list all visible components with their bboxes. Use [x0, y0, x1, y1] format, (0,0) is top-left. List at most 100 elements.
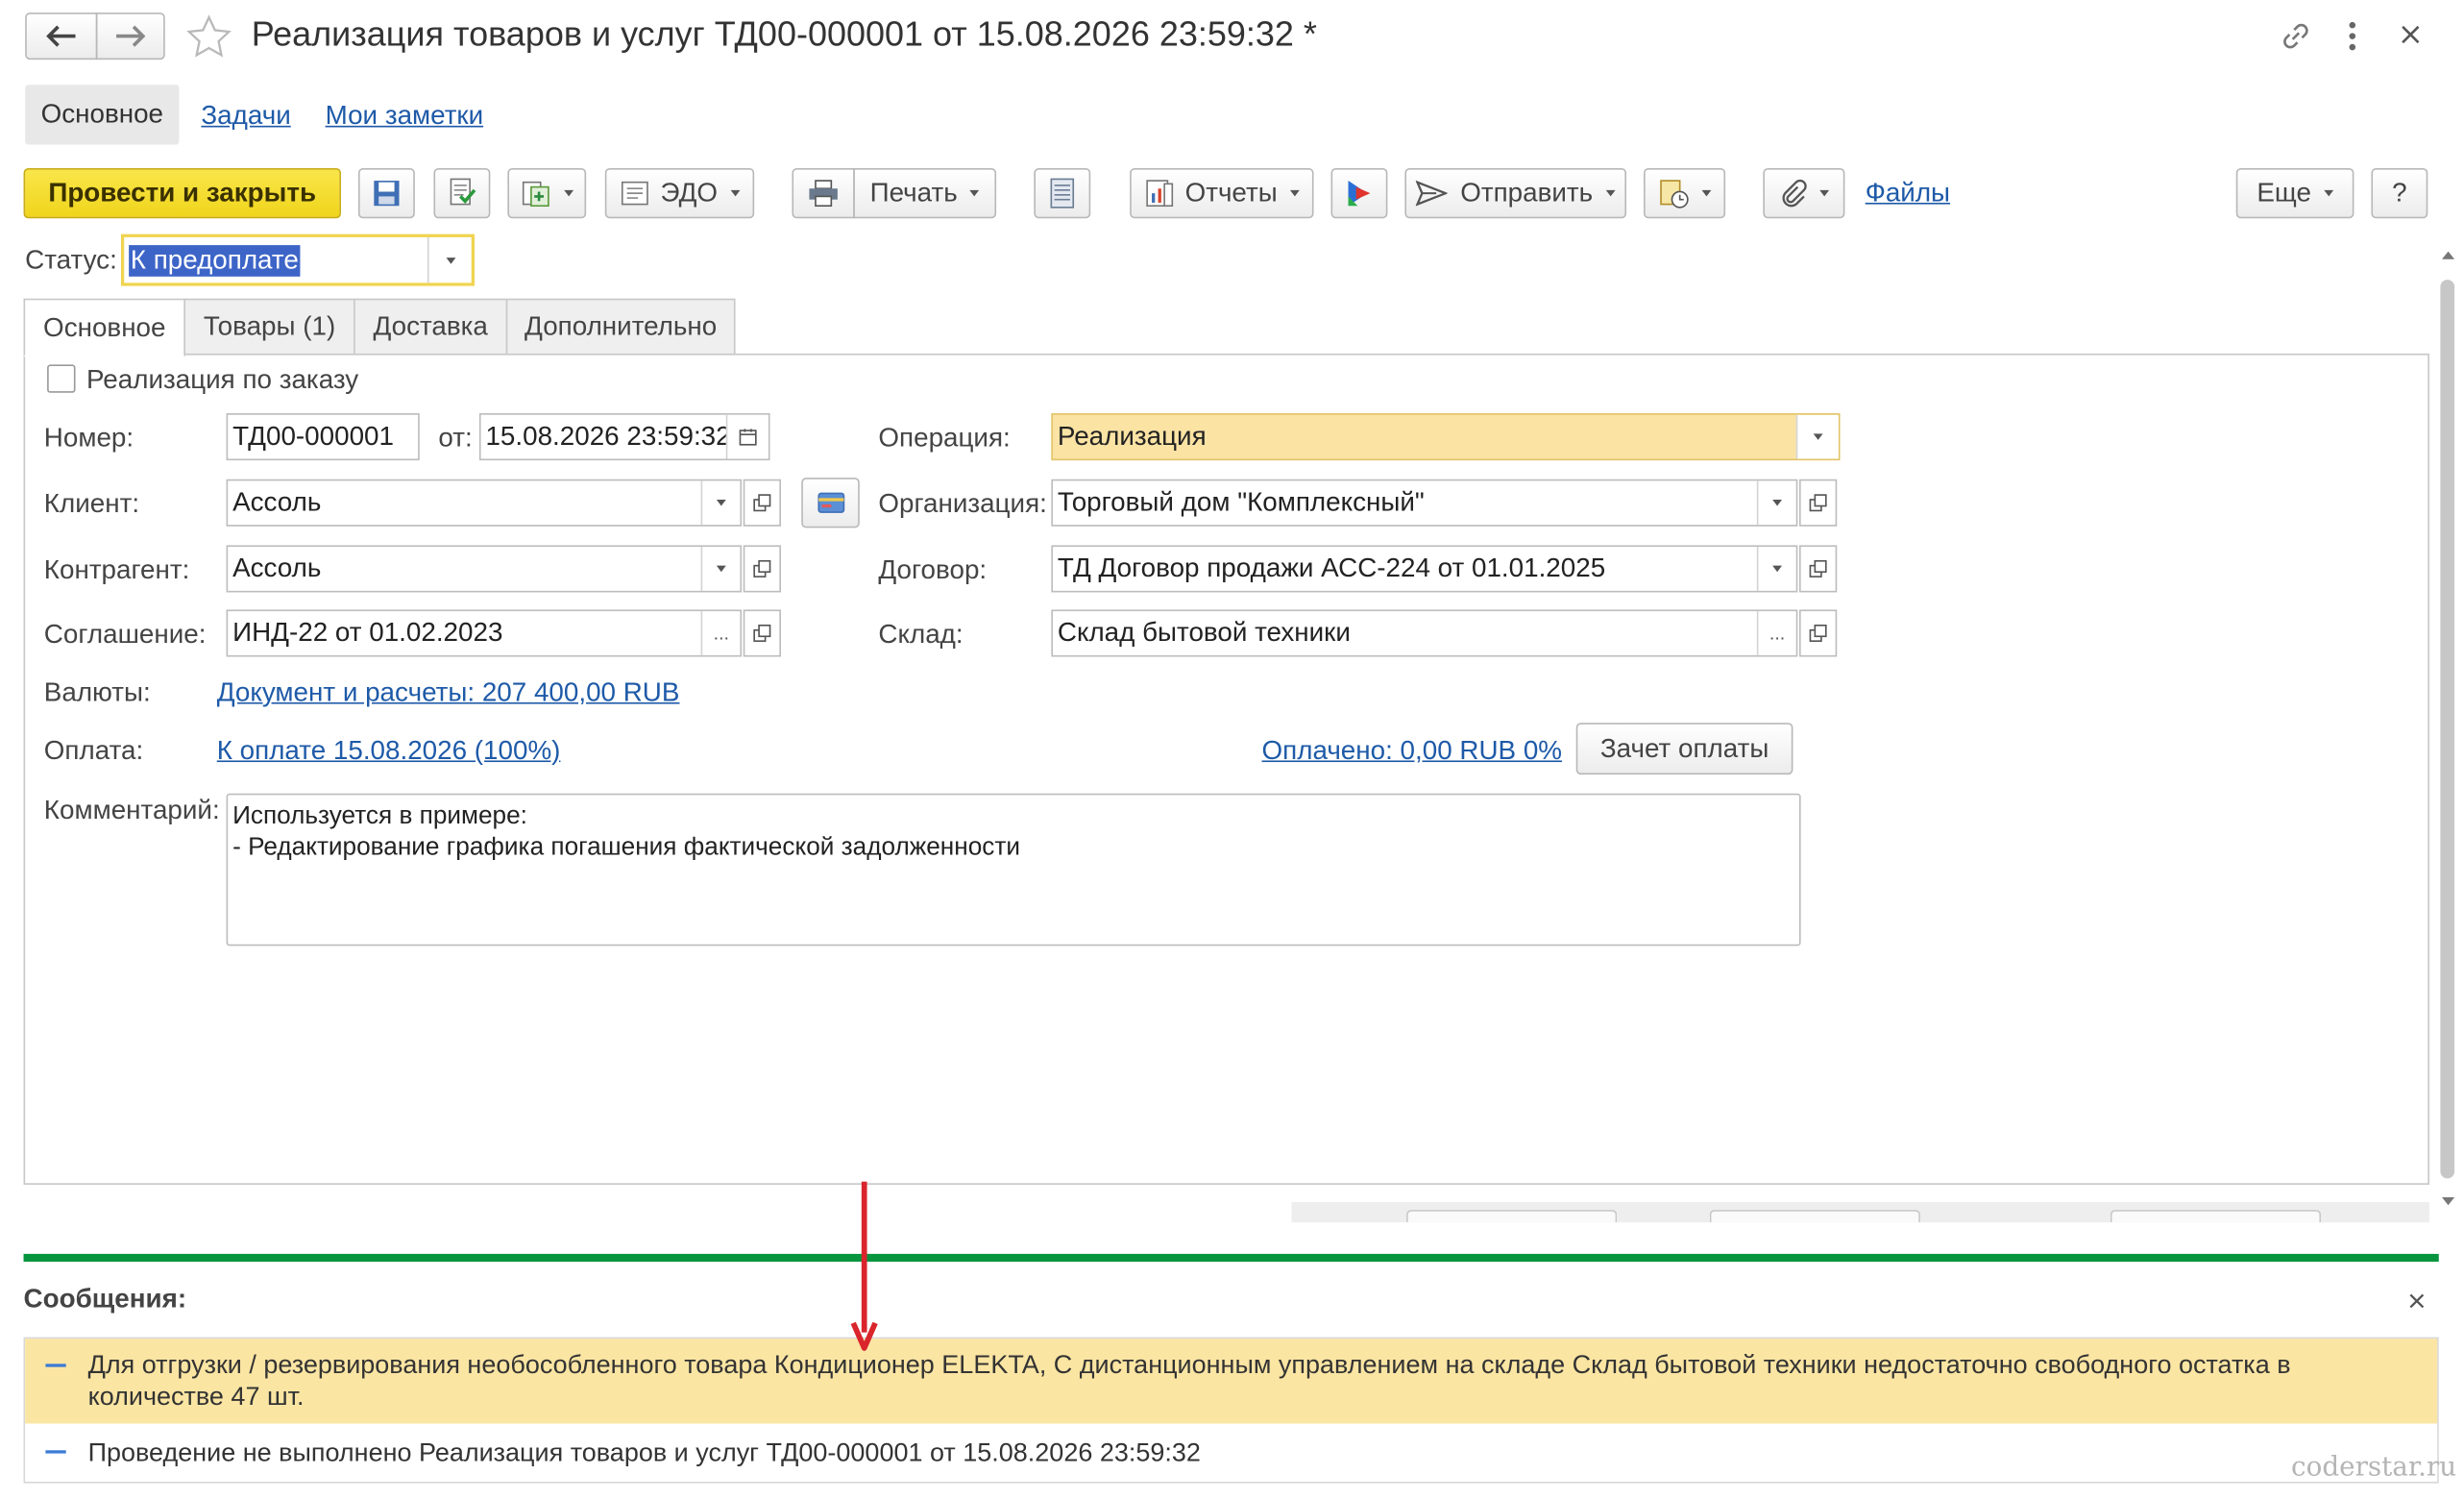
client-open-button[interactable] — [743, 479, 781, 527]
message-item-error[interactable]: Проведение не выполнено Реализация товар… — [25, 1425, 2438, 1482]
operation-dropdown-button[interactable] — [1795, 414, 1839, 459]
payment-link[interactable]: К оплате 15.08.2026 (100%) — [217, 735, 561, 767]
client-dropdown-button[interactable] — [700, 480, 741, 526]
journal-button[interactable] — [1034, 167, 1091, 219]
counterparty-field[interactable]: Ассоль — [226, 545, 743, 593]
number-value: ТД00-000001 — [232, 421, 394, 452]
tasks-menu-button[interactable] — [1644, 167, 1726, 219]
more-button[interactable]: Еще — [2235, 167, 2354, 219]
organization-open-button[interactable] — [1798, 479, 1838, 527]
reports-icon — [1146, 180, 1174, 208]
edo-button[interactable]: ЭДО — [604, 167, 755, 219]
nav-tab-tasks[interactable]: Задачи — [201, 101, 290, 133]
paperclip-icon — [1782, 179, 1807, 208]
comment-textarea[interactable]: Используется в примере: - Редактирование… — [226, 793, 1801, 946]
chevron-down-icon — [1701, 189, 1712, 197]
warehouse-select-button[interactable]: ... — [1756, 611, 1796, 655]
status-dropdown-button[interactable] — [427, 236, 472, 283]
currency-label: Валюты: — [43, 676, 151, 707]
form-panel — [23, 353, 2429, 1185]
print-icon-button[interactable] — [792, 167, 855, 219]
footer-button-3[interactable] — [2110, 1210, 2322, 1223]
organization-dropdown-button[interactable] — [1756, 480, 1796, 526]
number-label: Номер: — [43, 422, 134, 453]
scroll-down-icon[interactable] — [2442, 1197, 2455, 1206]
attachments-button[interactable] — [1763, 167, 1845, 219]
messages-separator — [23, 1253, 2439, 1263]
contract-open-button[interactable] — [1798, 545, 1838, 593]
form-tab-main[interactable]: Основное — [23, 298, 186, 357]
scrollbar[interactable] — [2439, 251, 2458, 1214]
form-tab-additional[interactable]: Дополнительно — [505, 298, 736, 356]
warehouse-field[interactable]: Склад бытовой техники ... — [1051, 609, 1798, 657]
chevron-down-icon — [969, 189, 980, 197]
calendar-icon — [739, 429, 757, 446]
client-field[interactable]: Ассоль — [226, 479, 743, 527]
payment-offset-label: Зачет оплаты — [1599, 732, 1769, 763]
payment-offset-button[interactable]: Зачет оплаты — [1575, 723, 1793, 775]
client-card-button[interactable] — [801, 478, 860, 528]
operation-field[interactable]: Реализация — [1051, 413, 1841, 461]
nav-tab-notes[interactable]: Мои заметки — [326, 101, 484, 133]
organization-field[interactable]: Торговый дом "Комплексный" — [1051, 479, 1798, 527]
close-icon[interactable] — [2398, 22, 2423, 47]
open-icon — [1809, 559, 1827, 577]
credit-card-icon — [817, 492, 844, 513]
calendar-button[interactable] — [725, 414, 768, 459]
forward-button[interactable] — [95, 12, 165, 61]
message-item-warning[interactable]: Для отгрузки / резервирования необособле… — [25, 1339, 2438, 1424]
run-action-button[interactable] — [1330, 167, 1388, 219]
save-button[interactable] — [357, 167, 415, 219]
minus-icon — [45, 1364, 66, 1367]
operation-label: Операция: — [878, 422, 1011, 453]
contract-dropdown-button[interactable] — [1756, 547, 1796, 591]
by-order-label: Реализация по заказу — [85, 364, 359, 395]
form-tab-delivery-label: Доставка — [373, 310, 488, 341]
arrow-left-icon — [46, 25, 76, 47]
agreement-select-button[interactable]: ... — [700, 611, 741, 655]
client-value: Ассоль — [232, 486, 322, 517]
footer-button-1[interactable] — [1406, 1210, 1618, 1223]
contract-field[interactable]: ТД Договор продажи АСС-224 от 01.01.2025 — [1051, 545, 1798, 593]
create-based-on-button[interactable] — [507, 167, 587, 219]
favorite-star-icon[interactable] — [185, 14, 232, 59]
print-button[interactable]: Печать — [853, 167, 997, 219]
currency-link[interactable]: Документ и расчеты: 207 400,00 RUB — [217, 677, 680, 709]
send-button[interactable]: Отправить — [1404, 167, 1627, 219]
by-order-checkbox[interactable] — [47, 364, 76, 393]
paid-link[interactable]: Оплачено: 0,00 RUB 0% — [1262, 735, 1562, 767]
form-tab-goods[interactable]: Товары (1) — [183, 298, 355, 356]
chevron-down-icon — [564, 189, 574, 197]
counterparty-dropdown-button[interactable] — [700, 547, 741, 591]
form-tab-main-label: Основное — [43, 311, 166, 342]
back-button[interactable] — [25, 12, 98, 61]
ellipsis-icon: ... — [1769, 622, 1786, 645]
agreement-field[interactable]: ИНД-22 от 01.02.2023 ... — [226, 609, 743, 657]
scrollbar-thumb[interactable] — [2440, 280, 2455, 1179]
post-button[interactable] — [433, 167, 491, 219]
date-field[interactable]: 15.08.2026 23:59:32 — [478, 413, 770, 461]
chevron-down-icon — [1772, 565, 1782, 573]
files-link[interactable]: Файлы — [1866, 178, 1950, 209]
minus-icon — [45, 1450, 66, 1454]
number-field[interactable]: ТД00-000001 — [226, 413, 420, 461]
agreement-open-button[interactable] — [743, 609, 781, 657]
post-and-close-button[interactable]: Провести и закрыть — [23, 167, 341, 219]
form-tab-delivery[interactable]: Доставка — [354, 298, 508, 356]
payment-label: Оплата: — [43, 735, 144, 766]
messages-close-icon[interactable] — [2407, 1291, 2427, 1311]
nav-tab-main[interactable]: Основное — [25, 85, 180, 145]
document-clock-icon — [1660, 180, 1689, 209]
scroll-up-icon[interactable] — [2442, 251, 2455, 259]
footer-button-2[interactable] — [1709, 1210, 1920, 1223]
link-icon[interactable] — [2279, 19, 2313, 54]
more-vertical-icon[interactable] — [2341, 19, 2363, 54]
reports-button[interactable]: Отчеты — [1130, 167, 1314, 219]
help-button[interactable]: ? — [2371, 167, 2428, 219]
counterparty-open-button[interactable] — [743, 545, 781, 593]
warehouse-open-button[interactable] — [1798, 609, 1838, 657]
edo-label: ЭДО — [660, 177, 719, 208]
status-select[interactable]: К предоплате — [120, 233, 476, 286]
nav-tab-main-label: Основное — [40, 99, 164, 130]
open-icon — [1809, 624, 1827, 642]
